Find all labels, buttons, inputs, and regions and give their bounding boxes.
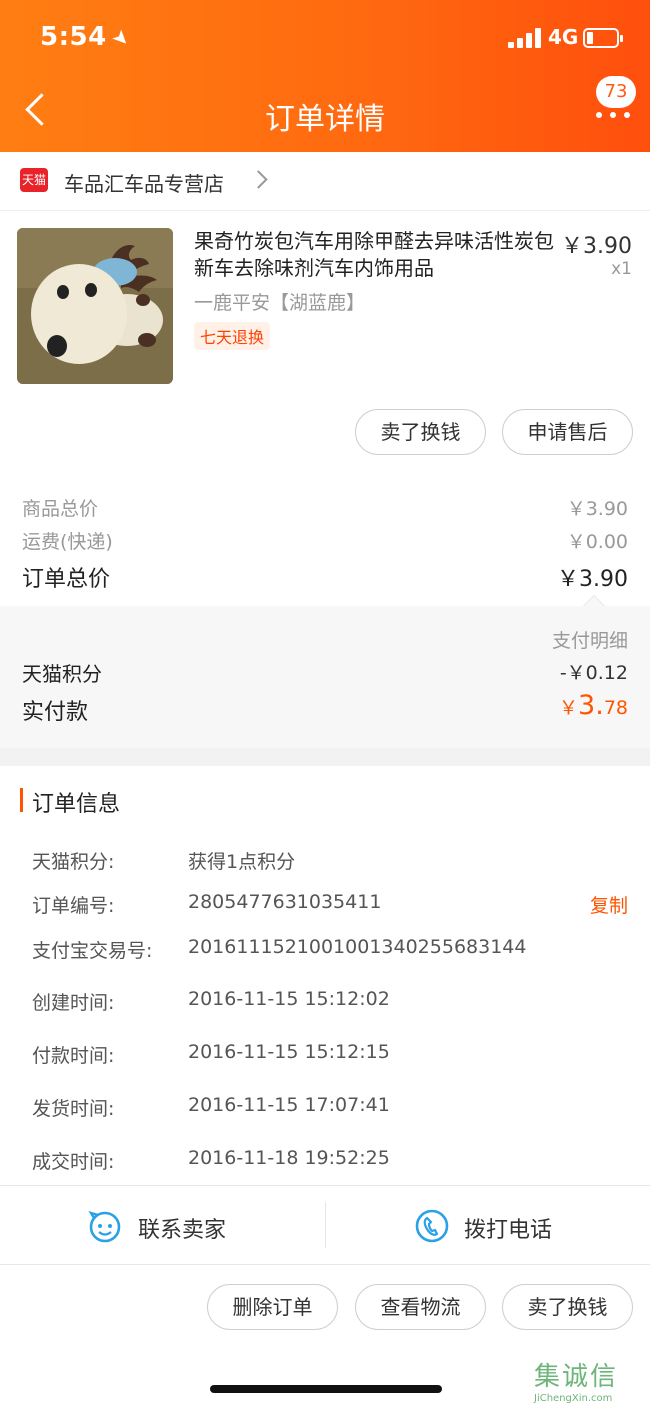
message-badge: 73 [596, 76, 636, 108]
apply-after-sale-button[interactable]: 申请售后 [502, 409, 633, 455]
call-phone-label: 拨打电话 [464, 1218, 553, 1243]
chevron-right-icon [249, 170, 268, 189]
return-policy-tag: 七天退换 [194, 322, 271, 350]
info-value-shipped: 2016-11-15 17:07:41 [188, 1094, 390, 1116]
product-title[interactable]: 果奇竹炭包汽车用除甲醛去异味活性炭包新车去除味剂汽车内饰用品 [194, 228, 554, 282]
points-label: 天猫积分 [22, 662, 102, 686]
view-logistics-button[interactable]: 查看物流 [355, 1284, 486, 1330]
info-value-points: 获得1点积分 [188, 851, 296, 873]
watermark-brand: 集诚信 [534, 1362, 619, 1392]
sell-order-button[interactable]: 卖了换钱 [502, 1284, 633, 1330]
goods-total-label: 商品总价 [22, 498, 99, 520]
goods-total-value: ￥3.90 [566, 498, 628, 520]
info-value-order-no: 2805477631035411 [188, 891, 382, 913]
info-key-order-no: 订单编号: [32, 895, 115, 917]
copy-order-no-button[interactable]: 复制 [590, 891, 628, 918]
contact-bar: 联系卖家 拨打电话 [0, 1185, 650, 1265]
signal-icon [508, 28, 542, 48]
info-value-alipay-no: 2016111521001001340255683144 [188, 936, 527, 958]
more-icon [596, 112, 602, 118]
page-title: 订单详情 [265, 102, 385, 137]
shipping-label: 运费(快递) [22, 531, 113, 553]
contact-seller-button[interactable]: 联系卖家 [0, 1186, 325, 1264]
paid-currency: ￥ [559, 697, 579, 719]
product-spec: 一鹿平安【湖蓝鹿】 [194, 292, 366, 314]
paid-label: 实付款 [22, 700, 89, 725]
order-total-value: ￥3.90 [557, 567, 628, 592]
watermark-logo: 集诚信 JiChengXin.com [534, 1356, 650, 1406]
phone-icon [415, 1209, 449, 1243]
info-value-paid-time: 2016-11-15 15:12:15 [188, 1041, 390, 1063]
call-phone-button[interactable]: 拨打电话 [325, 1186, 650, 1264]
sell-item-button[interactable]: 卖了换钱 [355, 409, 486, 455]
info-key-points: 天猫积分: [32, 851, 115, 873]
more-button[interactable] [594, 108, 632, 122]
chat-face-icon [88, 1211, 121, 1243]
paid-decimal: 78 [603, 697, 628, 719]
shipping-value: ￥0.00 [566, 531, 628, 553]
shop-row[interactable]: 天猫 车品汇车品专营店 [0, 152, 650, 211]
contact-seller-label: 联系卖家 [138, 1218, 227, 1243]
home-indicator[interactable] [210, 1385, 442, 1393]
info-key-shipped: 发货时间: [32, 1098, 115, 1120]
product-image[interactable] [17, 228, 173, 384]
tmall-icon: 天猫 [20, 168, 48, 192]
delete-order-button[interactable]: 删除订单 [207, 1284, 338, 1330]
network-type: 4G [548, 25, 579, 49]
status-time: 5:54➤ [40, 22, 136, 53]
shop-name: 车品汇车品专营店 [64, 172, 224, 196]
points-value: -￥0.12 [559, 662, 628, 684]
paid-integer: 3. [578, 690, 604, 721]
info-key-paid-time: 付款时间: [32, 1045, 115, 1067]
info-key-created: 创建时间: [32, 992, 115, 1014]
app-header: 5:54➤ 4G 订单详情 73 [0, 0, 650, 152]
order-total-label: 订单总价 [22, 567, 111, 592]
battery-icon [583, 28, 623, 48]
product-price: ￥3.90 [561, 234, 632, 259]
product-quantity: x1 [611, 259, 632, 279]
info-value-completed: 2016-11-18 19:52:25 [188, 1147, 390, 1169]
info-key-completed: 成交时间: [32, 1151, 115, 1173]
order-info-title: 订单信息 [32, 792, 121, 817]
info-value-created: 2016-11-15 15:12:02 [188, 988, 390, 1010]
section-accent-bar [20, 788, 23, 812]
section-gap [0, 748, 650, 766]
panel-caret [584, 596, 604, 606]
payment-detail-label[interactable]: 支付明细 [552, 626, 628, 653]
paid-amount: ￥3.78 [559, 690, 628, 721]
location-arrow-icon: ➤ [106, 23, 136, 53]
info-key-alipay-no: 支付宝交易号: [32, 940, 153, 962]
watermark-url: JiChengXin.com [534, 1393, 613, 1404]
